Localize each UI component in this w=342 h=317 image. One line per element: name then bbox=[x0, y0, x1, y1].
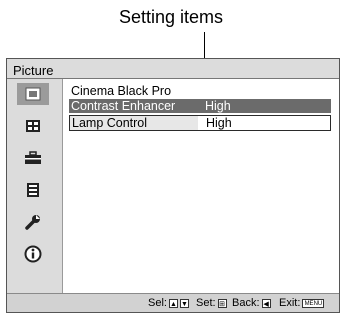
key-guide-bar: Sel: ▲ ▼ Set: ⊞ Back: ◀ Exit: MENU bbox=[7, 293, 339, 312]
setting-label: Cinema Black Pro bbox=[71, 84, 172, 98]
screen-menu-tab[interactable] bbox=[17, 115, 49, 137]
exit-hint-label: Exit: bbox=[279, 297, 301, 309]
menu-settings-tab[interactable] bbox=[17, 179, 49, 201]
menu-settings-icon bbox=[27, 183, 39, 197]
menu-key-icon: MENU bbox=[302, 298, 325, 308]
installation-menu-tab[interactable] bbox=[17, 211, 49, 233]
down-arrow-key-icon: ▼ bbox=[179, 298, 189, 308]
back-hint: Back: ◀ bbox=[232, 294, 271, 312]
setting-items-annotation: Setting items bbox=[118, 7, 224, 27]
select-hint-label: Sel: bbox=[148, 297, 167, 309]
setting-row-contrast-enhancer[interactable]: Contrast Enhancer High bbox=[69, 99, 331, 113]
enter-key-icon: ⊞ bbox=[217, 298, 227, 308]
settings-panel: Cinema Black Pro Contrast Enhancer High … bbox=[62, 79, 339, 294]
back-hint-label: Back: bbox=[232, 297, 260, 309]
setting-value: High bbox=[205, 99, 231, 113]
left-arrow-key-icon: ◀ bbox=[261, 298, 271, 308]
setting-row-lamp-control[interactable]: Lamp Control High bbox=[69, 115, 331, 131]
picture-icon bbox=[25, 87, 41, 101]
setup-menu-tab[interactable] bbox=[17, 147, 49, 169]
picture-menu-tab[interactable] bbox=[17, 83, 49, 105]
setting-label: Contrast Enhancer bbox=[71, 99, 176, 113]
information-menu-tab[interactable] bbox=[17, 243, 49, 265]
setting-label: Lamp Control bbox=[72, 116, 148, 130]
exit-hint: Exit: MENU bbox=[279, 294, 325, 312]
setting-value: High bbox=[206, 116, 232, 130]
set-hint-label: Set: bbox=[196, 297, 216, 309]
setting-row-cinema-black-pro[interactable]: Cinema Black Pro bbox=[69, 84, 331, 98]
up-arrow-key-icon: ▲ bbox=[168, 298, 178, 308]
picture-menu-window: Picture Cinema Black Pro Contrast Enhanc… bbox=[6, 58, 340, 313]
setup-icon bbox=[25, 151, 41, 164]
menu-icon-sidebar bbox=[7, 79, 62, 294]
menu-title: Picture bbox=[13, 63, 54, 78]
wrench-icon bbox=[25, 215, 40, 230]
select-hint: Sel: ▲ ▼ bbox=[148, 294, 189, 312]
information-icon bbox=[24, 245, 42, 263]
screen-icon bbox=[26, 120, 40, 132]
set-hint: Set: ⊞ bbox=[196, 294, 227, 312]
